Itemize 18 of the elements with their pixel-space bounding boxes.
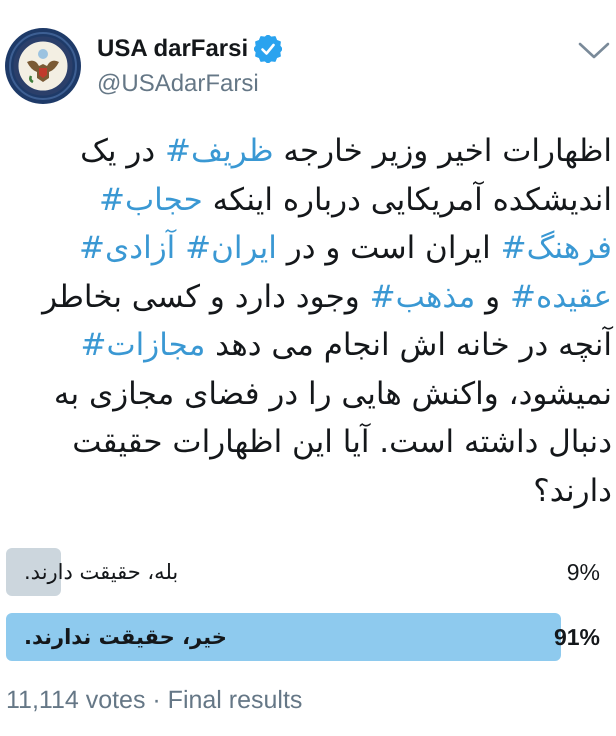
account-handle: @USAdarFarsi [97, 69, 260, 99]
poll-option-label: خیر، حقیقت ندارند. [24, 624, 227, 651]
avatar-seal-icon [5, 28, 81, 104]
hashtag-link[interactable]: #فرهنگ [500, 230, 612, 266]
poll-percentage: 9% [566, 558, 600, 586]
account-name: USA darFarsi [97, 34, 248, 64]
hashtag-link[interactable]: #ظریف [165, 133, 274, 169]
hashtag-link[interactable]: #حجاب [98, 182, 203, 218]
hashtag-link[interactable]: #مذهب [370, 278, 476, 314]
poll-percentage: 91% [554, 623, 600, 651]
hashtag-link[interactable]: #آزادی [79, 230, 176, 266]
hashtag-link[interactable]: #ایران [185, 230, 277, 266]
hashtag-link[interactable]: #عقیده [510, 278, 612, 314]
poll-results-summary: 11,114 votes · Final results [5, 685, 304, 715]
chevron-down-icon[interactable] [578, 42, 610, 60]
tweet-text: اظهارات اخیر وزیر خارجه #ظریف در یک اندیشکده آمریکایی درباره اینکه #حجاب #فرهنگ ایران است و در #ایران #آزادی #عقیده و #مذهب وجود دارد و کسی بخاطر آنچه در خانه اش انجام می دهد #مجازات نمیشود، واکنش هایی را در فضای مجازی به دنبال داشته است. آیا این اظهارات حقیقت دارند؟ [40, 132, 614, 511]
poll-option-label: بله، حقیقت دارند. [24, 559, 178, 586]
hashtag-link[interactable]: #مجازات [80, 327, 206, 363]
